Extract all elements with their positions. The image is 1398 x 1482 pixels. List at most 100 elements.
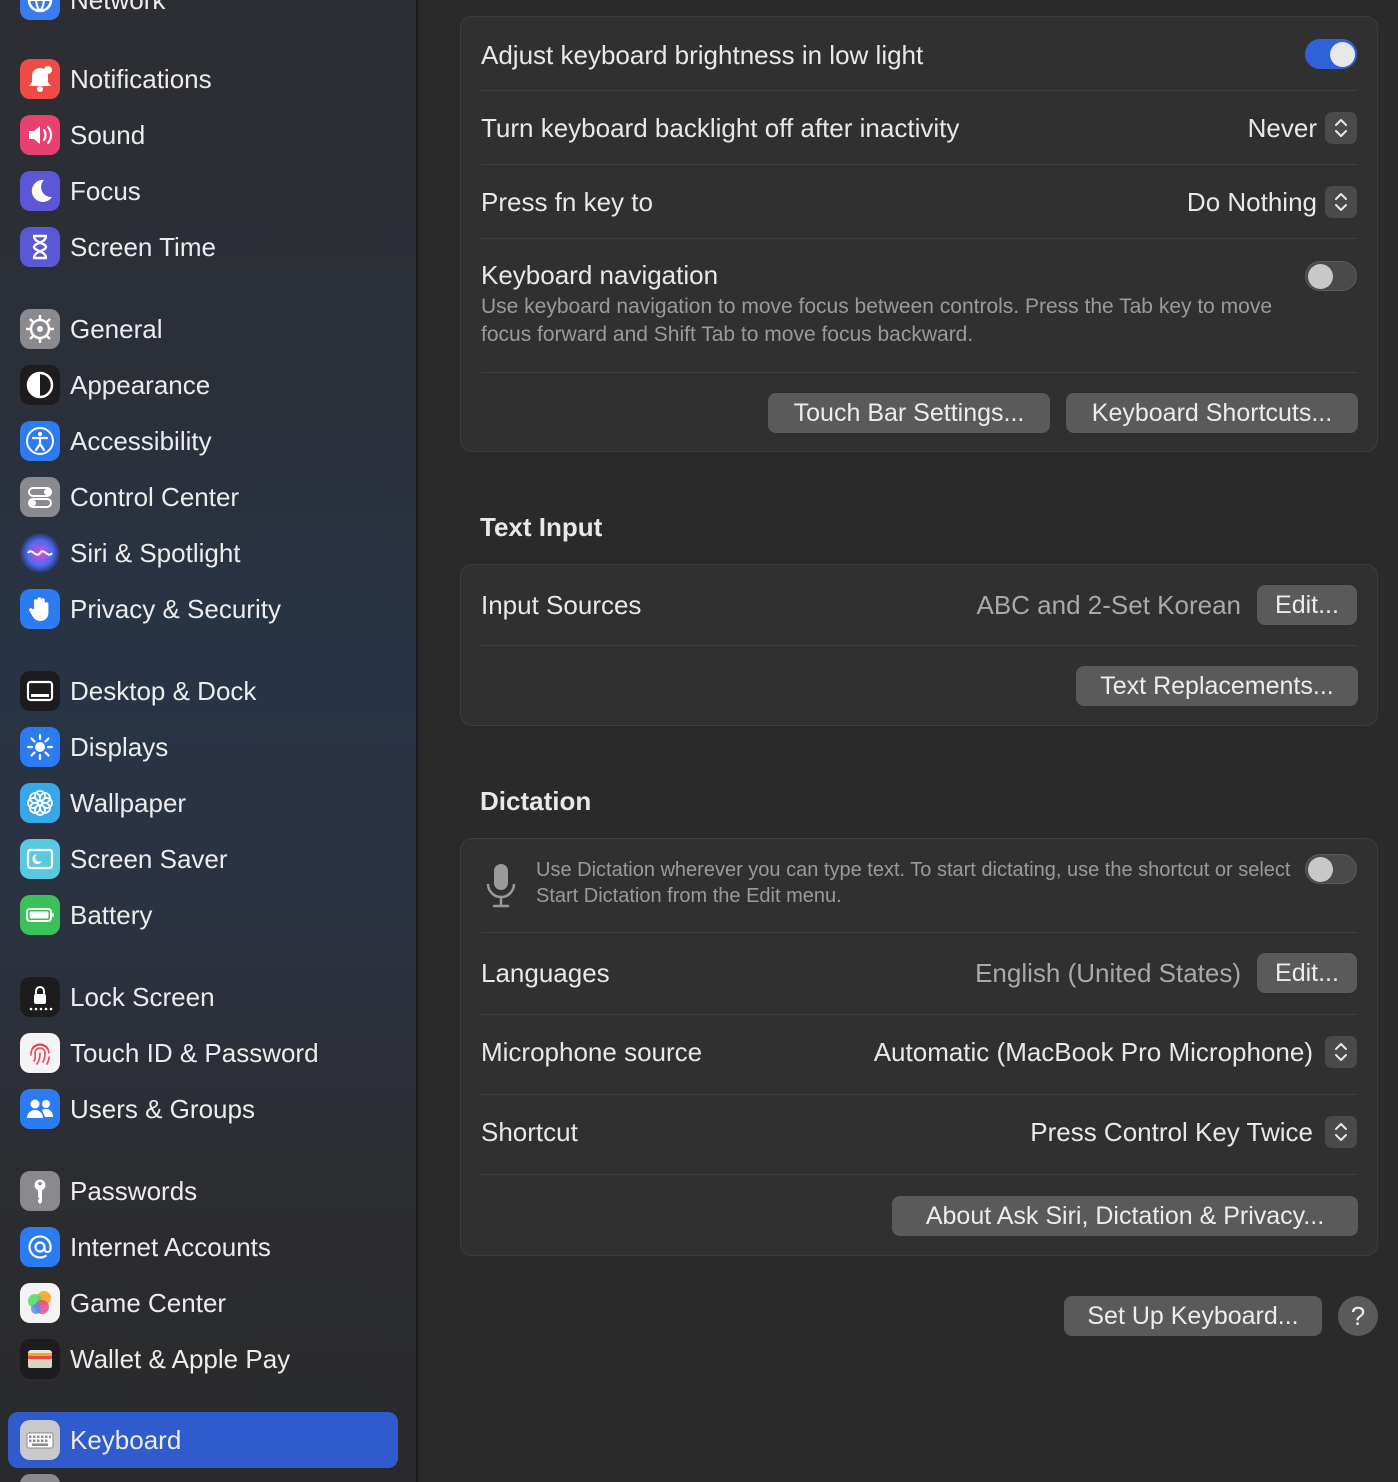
sidebar-item-sound[interactable]: Sound xyxy=(8,107,398,163)
sidebar-item-general[interactable]: General xyxy=(8,301,398,357)
sidebar-item-privacy-security[interactable]: Privacy & Security xyxy=(8,581,398,637)
hourglass-icon xyxy=(20,227,60,267)
set-up-keyboard-button[interactable]: Set Up Keyboard... xyxy=(1064,1296,1322,1336)
gear-icon xyxy=(20,309,60,349)
sidebar-item-accessibility[interactable]: Accessibility xyxy=(8,413,398,469)
touch-bar-settings-button[interactable]: Touch Bar Settings... xyxy=(768,393,1050,433)
sidebar-item-label: Screen Time xyxy=(70,231,216,262)
sidebar-item-touch-id-password[interactable]: Touch ID & Password xyxy=(8,1025,398,1081)
brightness-label: Adjust keyboard brightness in low light xyxy=(481,39,924,70)
siri-icon xyxy=(20,533,60,573)
fn-key-value: Do Nothing xyxy=(1186,186,1317,217)
sidebar-item-control-center[interactable]: Control Center xyxy=(8,469,398,525)
shortcut-label: Shortcut xyxy=(481,1116,578,1147)
microphone-source-popup[interactable]: Automatic (MacBook Pro Microphone) xyxy=(874,1036,1357,1068)
keyboard-navigation-toggle[interactable] xyxy=(1305,261,1357,291)
sidebar-item-label: Battery xyxy=(70,899,153,930)
microphone-source-label: Microphone source xyxy=(481,1036,703,1067)
hand-icon xyxy=(20,589,60,629)
sidebar-next-item-icon xyxy=(20,1474,60,1482)
help-button[interactable]: ? xyxy=(1338,1296,1378,1336)
sidebar-item-siri-spotlight[interactable]: Siri & Spotlight xyxy=(8,525,398,581)
sidebar-item-label: Screen Saver xyxy=(70,843,228,874)
dictation-description: Use Dictation wherever you can type text… xyxy=(536,859,1291,907)
sidebar-item-internet-accounts[interactable]: Internet Accounts xyxy=(8,1219,398,1275)
sidebar-item-desktop-dock[interactable]: Desktop & Dock xyxy=(8,663,398,719)
key-icon xyxy=(20,1171,60,1211)
sidebar-item-wallet-apple-pay[interactable]: Wallet & Apple Pay xyxy=(8,1331,398,1387)
network-icon xyxy=(20,0,60,20)
sidebar-item-game-center[interactable]: Game Center xyxy=(8,1275,398,1331)
sidebar-item-displays[interactable]: Displays xyxy=(8,719,398,775)
backlight-popup[interactable]: Never xyxy=(1248,112,1357,144)
accessibility-icon xyxy=(20,421,60,461)
sidebar-item-label: Siri & Spotlight xyxy=(70,537,241,568)
keyboard-settings-pane: Adjust keyboard brightness in low light … xyxy=(420,0,1398,1482)
dictation-group: Use Dictation wherever you can type text… xyxy=(460,838,1378,1256)
shortcut-row: Shortcut Press Control Key Twice xyxy=(481,1111,1357,1153)
languages-label: Languages xyxy=(481,957,610,988)
game-center-icon xyxy=(20,1283,60,1323)
text-input-heading: Text Input xyxy=(480,512,603,542)
dictation-heading: Dictation xyxy=(480,786,592,816)
microphone-source-row: Microphone source Automatic (MacBook Pro… xyxy=(481,1031,1357,1073)
sidebar: Network Notifications Sound Focus Screen… xyxy=(0,0,418,1482)
sidebar-item-network[interactable]: Network xyxy=(8,0,398,28)
sidebar-item-label: Appearance xyxy=(70,369,211,400)
keyboard-navigation-description: Use keyboard navigation to move focus be… xyxy=(481,295,1273,346)
backlight-value: Never xyxy=(1247,112,1317,143)
brightness-toggle[interactable] xyxy=(1305,39,1357,69)
input-sources-edit-button[interactable]: Edit... xyxy=(1257,585,1357,625)
sidebar-item-label: Sound xyxy=(70,119,146,150)
sidebar-item-wallpaper[interactable]: Wallpaper xyxy=(8,775,398,831)
dictation-toggle[interactable] xyxy=(1305,854,1357,884)
up-down-chevron-icon xyxy=(1325,1116,1357,1148)
backlight-row: Turn keyboard backlight off after inacti… xyxy=(481,107,1357,149)
sidebar-item-screen-saver[interactable]: Screen Saver xyxy=(8,831,398,887)
keyboard-shortcuts-button[interactable]: Keyboard Shortcuts... xyxy=(1066,393,1358,433)
microphone-icon xyxy=(483,861,519,911)
text-replacements-button[interactable]: Text Replacements... xyxy=(1076,666,1358,706)
up-down-chevron-icon xyxy=(1325,112,1357,144)
fn-key-label: Press fn key to xyxy=(481,186,653,217)
dock-icon xyxy=(20,671,60,711)
sidebar-item-passwords[interactable]: Passwords xyxy=(8,1163,398,1219)
sidebar-item-label: Touch ID & Password xyxy=(70,1037,319,1068)
about-siri-dictation-privacy-button[interactable]: About Ask Siri, Dictation & Privacy... xyxy=(892,1196,1358,1236)
keyboard-group: Adjust keyboard brightness in low light … xyxy=(460,16,1378,452)
sidebar-item-notifications[interactable]: Notifications xyxy=(8,51,398,107)
sidebar-item-appearance[interactable]: Appearance xyxy=(8,357,398,413)
up-down-chevron-icon xyxy=(1325,186,1357,218)
languages-edit-button[interactable]: Edit... xyxy=(1257,953,1357,993)
sidebar-item-label: Passwords xyxy=(70,1175,198,1206)
sidebar-item-keyboard[interactable]: Keyboard xyxy=(8,1412,398,1468)
sidebar-item-label: General xyxy=(70,313,163,344)
sidebar-item-label: Accessibility xyxy=(70,425,212,456)
sidebar-item-battery[interactable]: Battery xyxy=(8,887,398,943)
languages-value: English (United States) xyxy=(975,957,1241,988)
sidebar-item-label: Focus xyxy=(70,175,141,206)
up-down-chevron-icon xyxy=(1325,1036,1357,1068)
fn-key-popup[interactable]: Do Nothing xyxy=(1187,186,1357,218)
sidebar-item-label: Internet Accounts xyxy=(70,1231,271,1262)
appearance-icon xyxy=(20,365,60,405)
keyboard-icon xyxy=(20,1420,60,1460)
shortcut-popup[interactable]: Press Control Key Twice xyxy=(1030,1116,1357,1148)
sun-icon xyxy=(20,727,60,767)
input-sources-label: Input Sources xyxy=(481,589,642,620)
flower-icon xyxy=(20,783,60,823)
keyboard-navigation-label: Keyboard navigation xyxy=(481,260,719,290)
sidebar-item-label: Desktop & Dock xyxy=(70,675,257,706)
sidebar-item-screen-time[interactable]: Screen Time xyxy=(8,219,398,275)
sidebar-item-label: Control Center xyxy=(70,481,240,512)
lock-icon xyxy=(20,977,60,1017)
battery-icon xyxy=(20,895,60,935)
sidebar-item-label: Wallpaper xyxy=(70,787,187,818)
sidebar-item-label: Privacy & Security xyxy=(70,593,281,624)
sidebar-item-focus[interactable]: Focus xyxy=(8,163,398,219)
screen-saver-icon xyxy=(20,839,60,879)
sidebar-item-lock-screen[interactable]: Lock Screen xyxy=(8,969,398,1025)
sidebar-item-users-groups[interactable]: Users & Groups xyxy=(8,1081,398,1137)
sidebar-item-label: Displays xyxy=(70,731,169,762)
shortcut-value: Press Control Key Twice xyxy=(1030,1116,1313,1147)
